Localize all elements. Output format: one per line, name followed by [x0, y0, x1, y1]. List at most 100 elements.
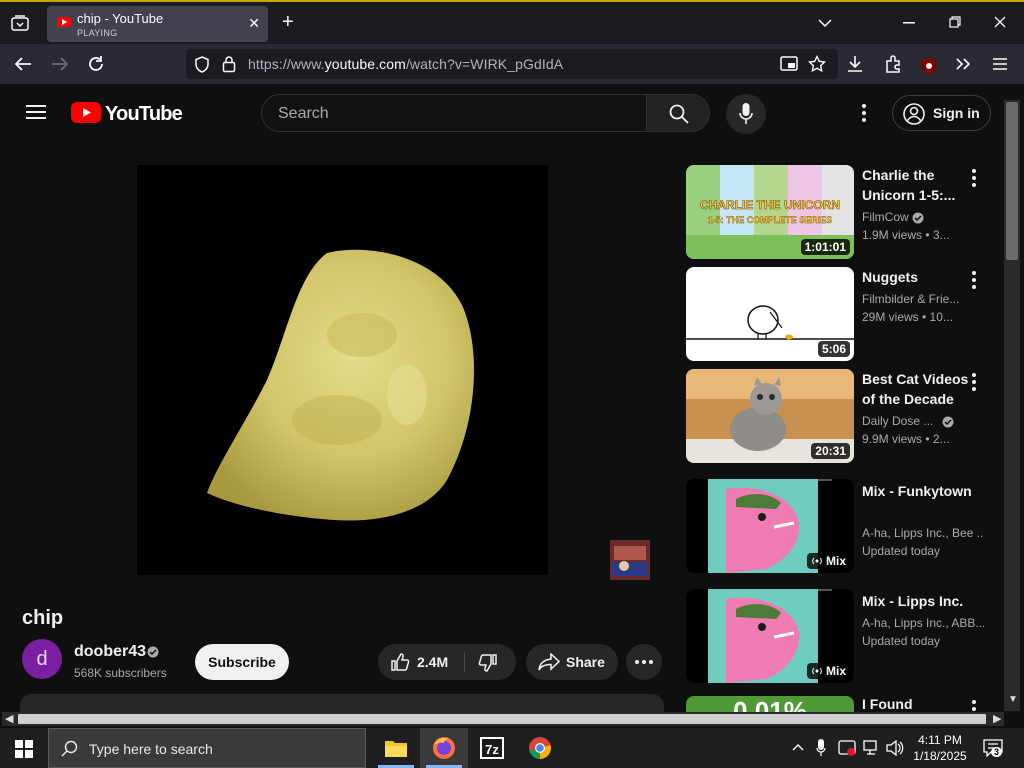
- search-input[interactable]: Search: [261, 94, 647, 132]
- share-button[interactable]: Share: [526, 644, 618, 680]
- recommendation-item[interactable]: 20:31 Best Cat Videos of the Decade Dail…: [686, 369, 1012, 465]
- recommendation-title[interactable]: Nuggets: [862, 267, 980, 287]
- recommendation-meta: 9.9M views • 2...: [862, 432, 950, 446]
- recommendation-channel[interactable]: Daily Dose ...: [862, 414, 932, 428]
- mix-indicator: Mix: [806, 663, 850, 679]
- video-duration: 1:01:01: [800, 239, 850, 255]
- tray-volume-icon[interactable]: [886, 740, 904, 756]
- recommendation-menu-icon[interactable]: [972, 373, 976, 394]
- recommendation-title[interactable]: I Found: [862, 694, 980, 712]
- settings-kebab-icon[interactable]: [862, 104, 866, 125]
- recommendation-thumbnail[interactable]: CHARLIE THE UNICORN 1-5: THE COMPLETE SE…: [686, 165, 854, 259]
- recommendation-channel[interactable]: Filmbilder & Frie...: [862, 292, 984, 306]
- chrome-button[interactable]: [516, 728, 564, 768]
- video-duration: 20:31: [811, 443, 850, 459]
- svg-text:7z: 7z: [485, 742, 499, 757]
- recommendation-title[interactable]: Mix - Lipps Inc.: [862, 591, 992, 611]
- verified-badge-icon: [912, 212, 924, 224]
- scroll-right-arrow-icon[interactable]: ▶: [993, 712, 1001, 725]
- restore-icon[interactable]: [949, 16, 961, 28]
- horizontal-scrollbar-thumb[interactable]: [18, 714, 986, 724]
- scroll-down-arrow-icon[interactable]: ▼: [1008, 694, 1018, 705]
- file-explorer-button[interactable]: [372, 728, 420, 768]
- verified-badge-icon: [942, 416, 954, 428]
- video-title: chip: [22, 607, 64, 629]
- tab-list-icon[interactable]: [11, 15, 29, 31]
- folder-icon: [385, 741, 407, 757]
- guide-menu-icon[interactable]: [26, 104, 46, 120]
- thumbnail-caption: 0.01%: [733, 696, 807, 712]
- sign-in-button[interactable]: Sign in: [892, 95, 991, 131]
- recommendation-item[interactable]: CHARLIE THE UNICORN 1-5: THE COMPLETE SE…: [686, 165, 1012, 261]
- scroll-left-arrow-icon[interactable]: ◀: [5, 712, 13, 725]
- tray-network-icon[interactable]: [863, 740, 881, 756]
- window-close-icon[interactable]: [994, 16, 1006, 28]
- close-tab-icon[interactable]: ✕: [248, 15, 260, 32]
- minimize-icon[interactable]: [903, 22, 915, 24]
- recommendation-title[interactable]: Mix - Funkytown: [862, 481, 980, 501]
- tray-chevron-up-icon[interactable]: [792, 743, 804, 751]
- hamburger-menu-icon[interactable]: [992, 57, 1008, 71]
- firefox-button[interactable]: [420, 728, 468, 768]
- more-actions-button[interactable]: [626, 644, 662, 680]
- recommendation-thumbnail[interactable]: 0.01%: [686, 696, 854, 712]
- ublock-extension-icon[interactable]: [920, 57, 938, 75]
- more-tools-chevron-icon[interactable]: [955, 57, 971, 71]
- downloads-icon[interactable]: [846, 55, 864, 73]
- voice-search-button[interactable]: [726, 94, 766, 134]
- tray-clock[interactable]: 4:11 PM 1/18/2025: [912, 732, 968, 764]
- like-count[interactable]: 2.4M: [417, 654, 448, 670]
- recommendation-item[interactable]: Mix Mix - Funkytown A-ha, Lipps Inc., Be…: [686, 479, 1012, 575]
- recommendation-menu-icon[interactable]: [972, 700, 976, 712]
- like-icon[interactable]: [390, 652, 410, 672]
- channel-name[interactable]: doober43: [74, 643, 146, 661]
- recommendation-thumbnail[interactable]: 20:31: [686, 369, 854, 463]
- windows-start-icon[interactable]: [15, 740, 33, 758]
- search-button[interactable]: [646, 94, 710, 132]
- youtube-logo-text[interactable]: YouTube: [105, 103, 183, 126]
- picture-in-picture-icon[interactable]: [780, 56, 798, 72]
- firefox-icon: [433, 737, 455, 759]
- tab-youtube[interactable]: chip - YouTube PLAYING ✕: [47, 6, 268, 42]
- microphone-icon: [739, 103, 753, 124]
- recommendation-item[interactable]: Mix Mix - Lipps Inc. A-ha, Lipps Inc., A…: [686, 589, 1012, 685]
- subscribe-button[interactable]: Subscribe: [195, 644, 289, 680]
- tray-date: 1/18/2025: [913, 749, 967, 763]
- bookmark-star-icon[interactable]: [808, 55, 826, 73]
- recommendation-channel[interactable]: A-ha, Lipps Inc., Bee ...: [862, 526, 984, 540]
- recommendation-title[interactable]: Best Cat Videos of the Decade: [862, 369, 980, 409]
- thumbnail-caption: CHARLIE THE UNICORN: [700, 198, 840, 212]
- recommendation-thumbnail[interactable]: Mix: [686, 589, 854, 683]
- new-tab-icon[interactable]: +: [282, 12, 294, 32]
- recommendation-thumbnail[interactable]: Mix: [686, 479, 854, 573]
- description-box[interactable]: [20, 694, 664, 712]
- address-bar[interactable]: https://www.youtube.com/watch?v=WIRK_pGd…: [186, 49, 838, 79]
- tray-update-icon[interactable]: [838, 739, 856, 757]
- mix-indicator: Mix: [806, 553, 850, 569]
- youtube-logo-icon[interactable]: [71, 102, 101, 123]
- shield-icon[interactable]: [194, 56, 210, 73]
- player-preview-thumbnail[interactable]: [610, 540, 650, 580]
- vertical-scrollbar-thumb[interactable]: [1006, 102, 1018, 260]
- recommendation-meta: Updated today: [862, 544, 941, 558]
- tab-overflow-chevron-icon[interactable]: [818, 18, 832, 28]
- dislike-icon[interactable]: [478, 653, 498, 673]
- taskbar-search-input[interactable]: Type here to search: [48, 728, 366, 768]
- forward-icon[interactable]: [51, 56, 69, 72]
- tray-microphone-icon[interactable]: [816, 739, 826, 757]
- account-icon: [903, 103, 925, 125]
- recommendation-menu-icon[interactable]: [972, 169, 976, 190]
- video-player[interactable]: [137, 165, 548, 575]
- recommendation-title[interactable]: Charlie the Unicorn 1-5:...: [862, 165, 980, 205]
- channel-avatar[interactable]: d: [22, 639, 62, 679]
- recommendation-channel[interactable]: A-ha, Lipps Inc., ABB...: [862, 616, 984, 630]
- recommendation-menu-icon[interactable]: [972, 271, 976, 292]
- extensions-icon[interactable]: [884, 55, 902, 73]
- recommendation-item[interactable]: 0.01% I Found: [686, 696, 1012, 712]
- recommendation-item[interactable]: 5:06 Nuggets Filmbilder & Frie... 29M vi…: [686, 267, 1012, 363]
- reload-icon[interactable]: [87, 55, 105, 73]
- back-icon[interactable]: [14, 56, 32, 72]
- recommendation-thumbnail[interactable]: 5:06: [686, 267, 854, 361]
- 7zip-button[interactable]: 7z: [468, 728, 516, 768]
- lock-icon[interactable]: [222, 55, 236, 73]
